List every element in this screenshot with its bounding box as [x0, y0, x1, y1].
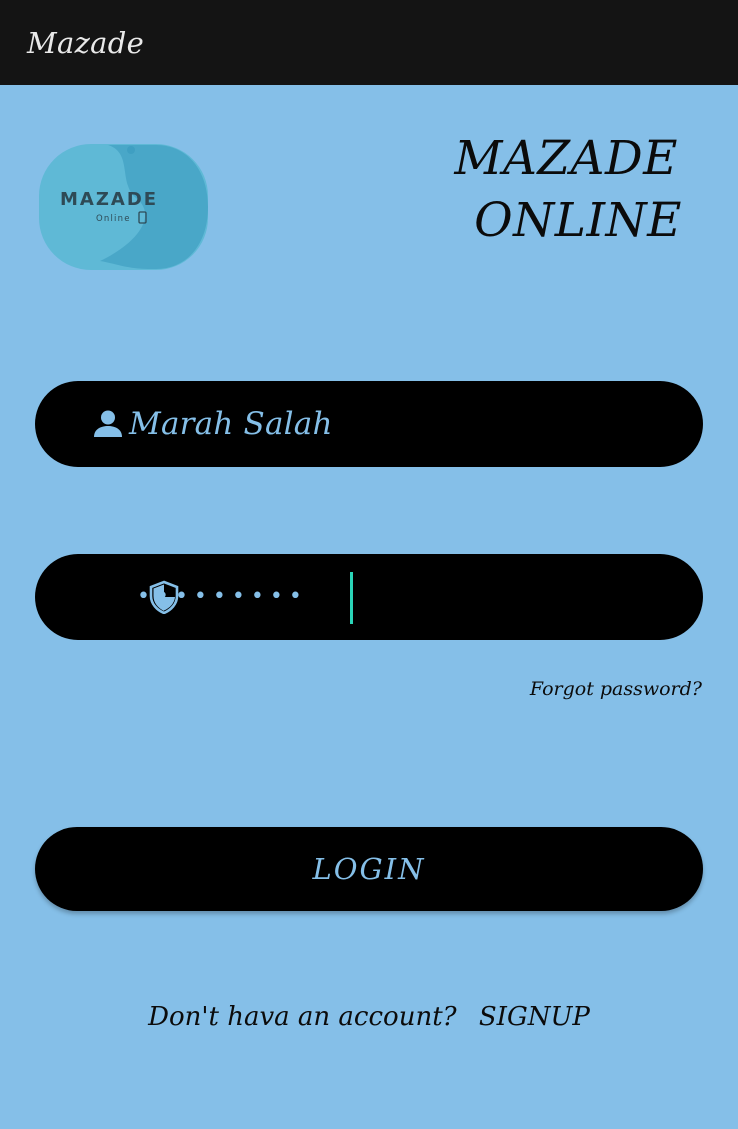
- username-field[interactable]: Marah Salah: [35, 381, 703, 467]
- app-bar: Mazade: [0, 0, 738, 85]
- mazade-logo: MAZADE Online: [38, 143, 209, 271]
- login-button-label: LOGIN: [312, 852, 426, 886]
- brand-title: MAZADE ONLINE: [362, 128, 682, 252]
- signup-prompt: Don't hava an account?: [148, 1002, 457, 1032]
- signup-link[interactable]: SIGNUP: [479, 1002, 590, 1032]
- password-field[interactable]: •••••••••: [35, 554, 703, 640]
- text-caret: [350, 572, 353, 624]
- app-bar-title: Mazade: [27, 25, 145, 60]
- logo-word: MAZADE: [60, 189, 158, 210]
- brand-title-line2: ONLINE: [474, 193, 682, 248]
- logo-badge-icon: MAZADE Online: [39, 144, 208, 270]
- forgot-password-link[interactable]: Forgot password?: [530, 678, 702, 700]
- logo-sub: Online: [96, 214, 131, 224]
- login-button[interactable]: LOGIN: [35, 827, 703, 911]
- person-icon: [91, 407, 125, 441]
- username-value[interactable]: Marah Salah: [129, 406, 333, 442]
- brand-title-line1: MAZADE: [454, 131, 678, 186]
- password-value[interactable]: •••••••••: [137, 581, 308, 613]
- signup-row: Don't hava an account? SIGNUP: [0, 1002, 738, 1032]
